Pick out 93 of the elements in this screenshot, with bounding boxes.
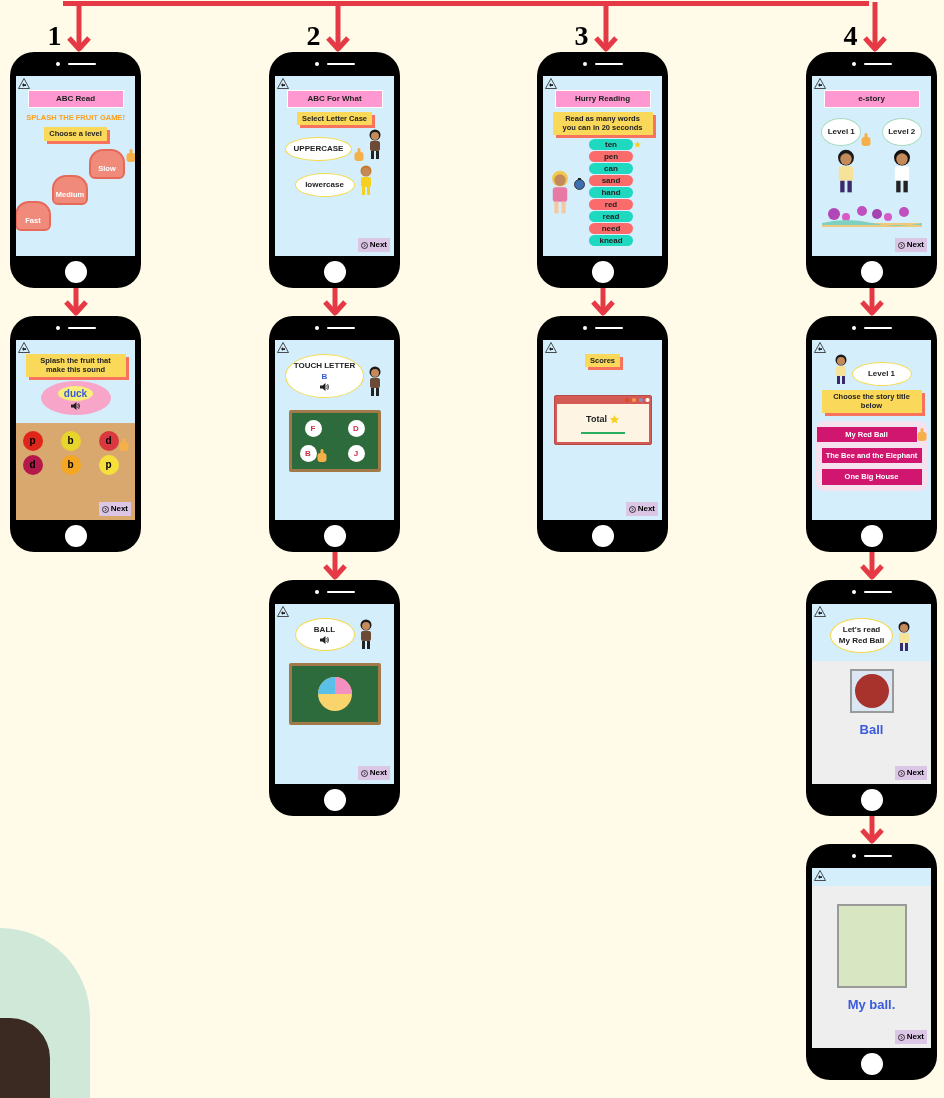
chevron-circle-icon: [360, 241, 368, 249]
word-pill: pen: [589, 150, 633, 162]
down-arrow: [321, 288, 348, 316]
back-icon[interactable]: [277, 342, 289, 353]
down-arrow: [62, 288, 89, 316]
score-line: [580, 432, 625, 435]
letter-button[interactable]: D: [347, 420, 365, 437]
next-button[interactable]: Next: [357, 766, 390, 780]
speaker-icon[interactable]: [320, 636, 329, 644]
fruit-button[interactable]: p: [22, 430, 43, 451]
back-icon[interactable]: [545, 342, 557, 353]
chevron-circle-icon: [628, 505, 636, 513]
level-bubble[interactable]: Level 1: [821, 118, 862, 146]
beach-ball-icon: [316, 676, 353, 712]
word-pill: knead: [589, 234, 633, 246]
word-pill: hand: [589, 186, 633, 198]
bubble-text: UPPERCASE: [293, 144, 344, 155]
back-icon[interactable]: [814, 342, 826, 353]
bubble-text: TOUCH LETTER: [293, 361, 356, 371]
stopwatch-icon: [574, 178, 585, 191]
word-pill: read: [589, 210, 633, 222]
down-arrow: [861, 2, 888, 52]
fruit-button[interactable]: d: [22, 454, 43, 475]
bubble-text: lowercase: [305, 180, 344, 191]
step-number: 4: [843, 22, 858, 52]
fruit-button[interactable]: b: [60, 454, 81, 475]
bubble-text: My Red Ball: [838, 636, 885, 646]
word-pill: red: [589, 198, 633, 210]
home-button[interactable]: [860, 261, 883, 283]
down-arrow: [321, 552, 348, 580]
step-number: 2: [306, 22, 321, 52]
down-arrow: [858, 552, 885, 580]
screen-title: ABC Read: [27, 90, 124, 108]
home-button[interactable]: [860, 525, 883, 547]
story-caption: Ball: [859, 721, 884, 739]
screen-title: ABC For What: [286, 90, 383, 108]
home-button[interactable]: [64, 261, 87, 283]
home-button[interactable]: [323, 261, 346, 283]
back-icon[interactable]: [277, 78, 289, 89]
home-button[interactable]: [860, 1053, 883, 1075]
total-label: Total: [586, 412, 607, 426]
next-button[interactable]: Next: [894, 238, 927, 252]
bubble-text: BALL: [313, 625, 336, 635]
next-button[interactable]: Next: [357, 238, 390, 252]
chevron-circle-icon: [897, 769, 905, 777]
home-button[interactable]: [591, 261, 614, 283]
back-icon[interactable]: [814, 870, 826, 881]
chevron-circle-icon: [897, 241, 905, 249]
chevron-circle-icon: [360, 769, 368, 777]
step-number: 1: [47, 22, 62, 52]
bubble-text: Level 1: [867, 369, 896, 379]
down-arrow: [858, 288, 885, 316]
bubble-text: Let's read: [842, 625, 881, 635]
next-button[interactable]: Next: [98, 502, 131, 516]
speaker-icon[interactable]: [71, 401, 80, 410]
down-arrow: [858, 816, 885, 844]
window-controls-icon: [623, 396, 650, 405]
back-icon[interactable]: [18, 78, 30, 89]
fruit-button[interactable]: b: [60, 430, 81, 451]
screen-title: e-story: [823, 90, 920, 108]
word-pill: can: [589, 162, 633, 174]
sound-word: duck: [57, 385, 94, 401]
level-bubble[interactable]: Level 2: [881, 118, 922, 146]
story-caption: My ball.: [847, 996, 896, 1014]
home-button[interactable]: [323, 789, 346, 811]
word-pill: ten: [589, 138, 633, 150]
letter-button[interactable]: F: [304, 420, 322, 437]
home-button[interactable]: [860, 789, 883, 811]
down-arrow: [589, 288, 616, 316]
next-button[interactable]: Next: [894, 766, 927, 780]
letter-button[interactable]: J: [347, 445, 365, 462]
letter-button[interactable]: B: [299, 445, 317, 462]
back-icon[interactable]: [814, 606, 826, 617]
chevron-circle-icon: [101, 505, 109, 513]
home-button[interactable]: [64, 525, 87, 547]
screen-title: Hurry Reading: [554, 90, 651, 108]
back-icon[interactable]: [545, 78, 557, 89]
next-button[interactable]: Next: [625, 502, 658, 516]
word-pill: need: [589, 222, 633, 234]
fruit-button[interactable]: d: [98, 430, 119, 451]
fruit-button[interactable]: p: [98, 454, 119, 475]
star-icon: [609, 414, 619, 424]
word-pill: sand: [589, 174, 633, 186]
chevron-circle-icon: [897, 1033, 905, 1041]
next-button[interactable]: Next: [894, 1030, 927, 1044]
back-icon[interactable]: [18, 342, 30, 353]
speaker-icon[interactable]: [320, 383, 329, 391]
bubble-text: B: [321, 372, 328, 382]
home-button[interactable]: [323, 525, 346, 547]
back-icon[interactable]: [277, 606, 289, 617]
step-number: 3: [574, 22, 589, 52]
back-icon[interactable]: [814, 78, 826, 89]
home-button[interactable]: [591, 525, 614, 547]
